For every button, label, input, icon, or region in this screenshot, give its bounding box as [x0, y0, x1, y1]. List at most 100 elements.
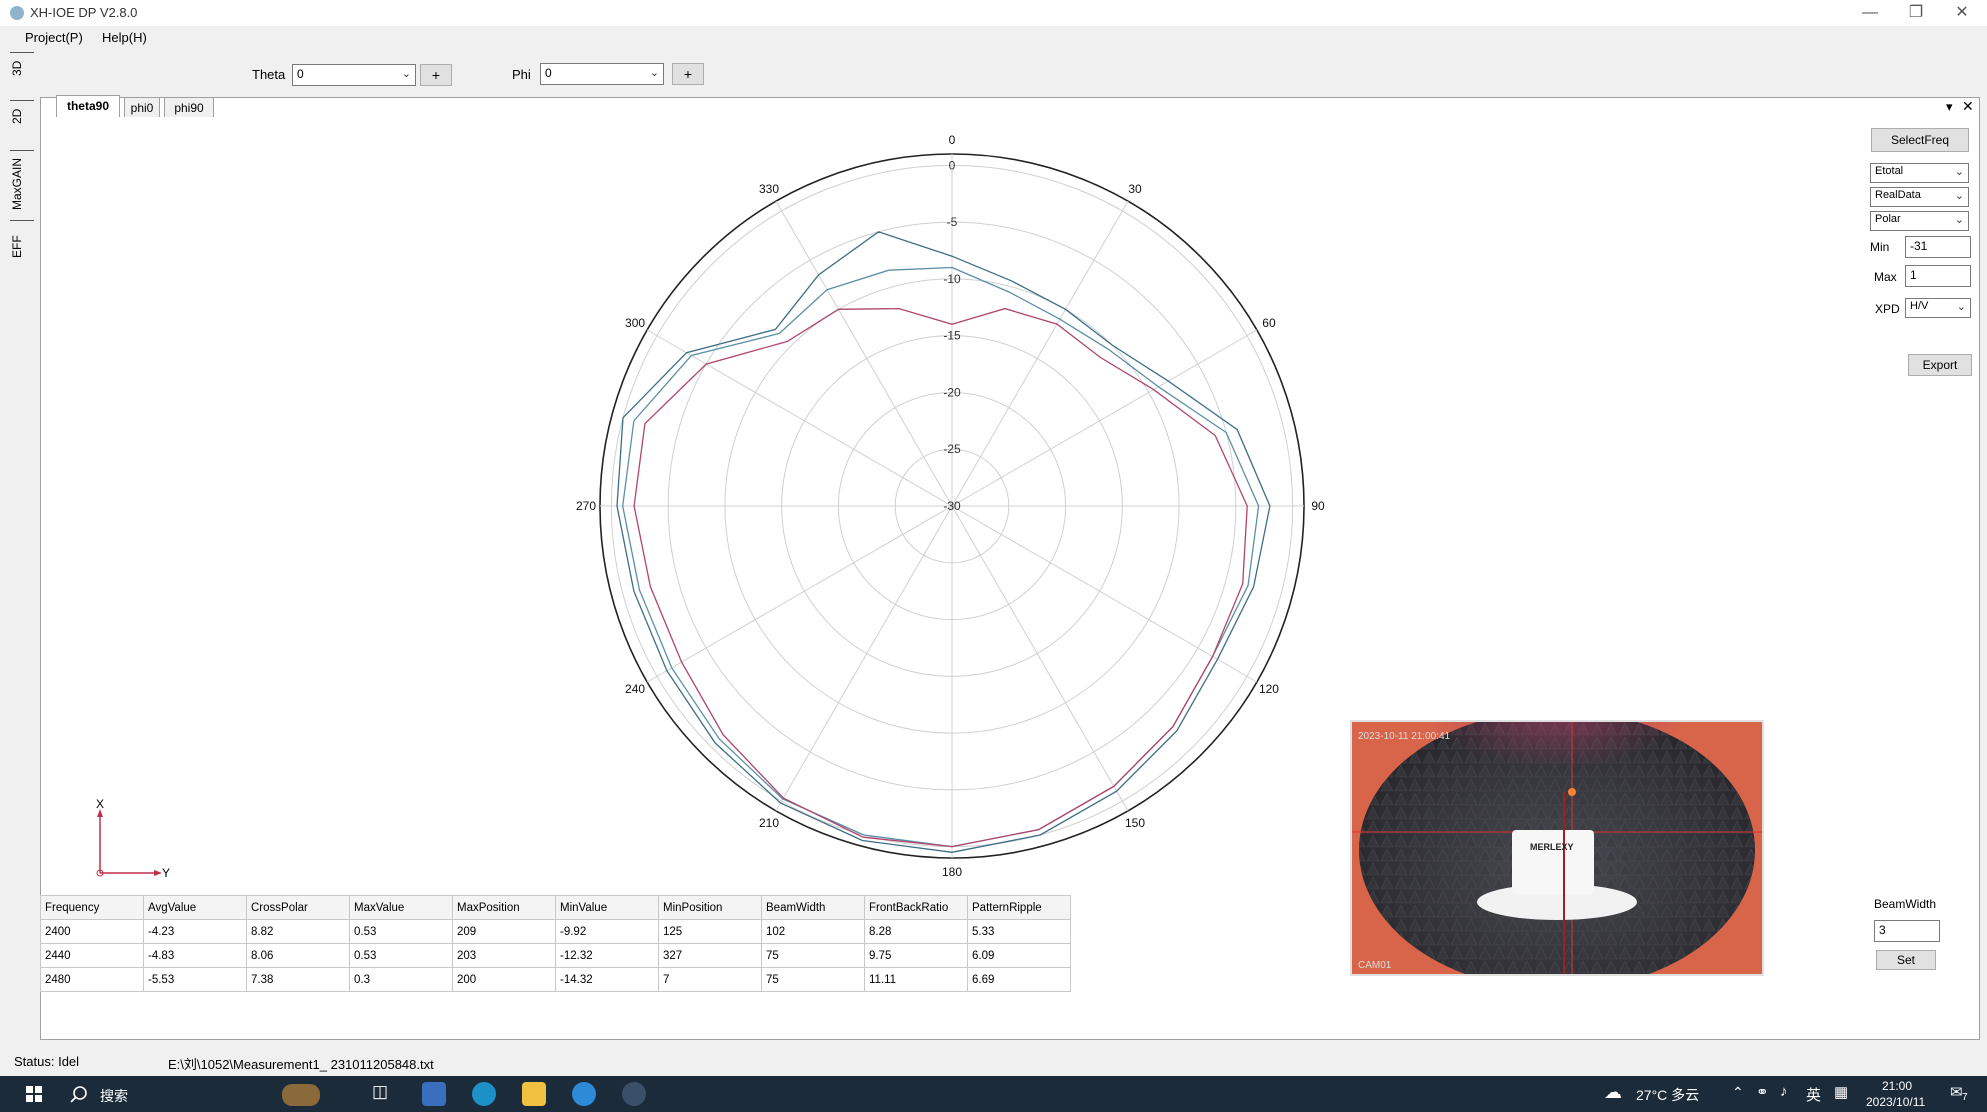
polar-angle-label: 210	[759, 816, 779, 830]
tab-eff[interactable]: EFF	[10, 220, 34, 273]
tab-3d[interactable]: 3D	[10, 52, 34, 83]
beamwidth-label: BeamWidth	[1874, 897, 1937, 911]
polar-spoke	[951, 329, 1258, 507]
weather-text[interactable]: 27°C 多云	[1636, 1085, 1699, 1105]
menu-project[interactable]: Project(P)	[25, 30, 83, 45]
component-select[interactable]: Etotal ⌄	[1870, 163, 1969, 183]
table-cell: -5.53	[143, 967, 247, 992]
clock-time[interactable]: 21:00	[1882, 1079, 1912, 1093]
polar-radial-label: 0	[949, 158, 956, 172]
col-maxvalue[interactable]: MaxValue	[349, 895, 453, 920]
taskbar-search[interactable]: 搜索	[100, 1086, 128, 1106]
polar-angle-label: 240	[625, 682, 645, 696]
network-icon[interactable]: ⚭	[1756, 1083, 1769, 1101]
plot-type-select[interactable]: Polar ⌄	[1870, 211, 1969, 231]
min-input[interactable]: -31	[1905, 236, 1971, 258]
app-icon-3[interactable]	[622, 1082, 646, 1106]
polar-spoke	[951, 505, 1258, 683]
menu-help[interactable]: Help(H)	[102, 30, 147, 45]
col-minposition[interactable]: MinPosition	[658, 895, 762, 920]
chevron-up-icon[interactable]: ⌃	[1732, 1084, 1744, 1101]
max-label: Max	[1874, 270, 1897, 284]
col-patternripple[interactable]: PatternRipple	[967, 895, 1071, 920]
polar-chart: 0 30 60 90 120 150 180 210 240 270 300 330 0 -5 -10 -15…	[576, 133, 1325, 879]
col-frequency[interactable]: Frequency	[40, 895, 144, 920]
news-widget-icon[interactable]	[282, 1084, 320, 1106]
col-beamwidth[interactable]: BeamWidth	[761, 895, 865, 920]
table-cell: 7	[658, 967, 762, 992]
ime-mode-icon[interactable]: ▦	[1834, 1083, 1848, 1101]
export-button[interactable]: Export	[1908, 354, 1972, 376]
polar-angle-label: 60	[1262, 316, 1276, 330]
phi-add-button[interactable]: +	[672, 63, 704, 85]
col-minvalue[interactable]: MinValue	[555, 895, 659, 920]
table-cell: 11.11	[864, 967, 968, 992]
panel-close-icon[interactable]: ✕	[1962, 98, 1974, 115]
notification-icon[interactable]: ✉	[1950, 1083, 1963, 1101]
table-cell: 75	[761, 943, 865, 968]
col-crosspolar[interactable]: CrossPolar	[246, 895, 350, 920]
max-input[interactable]: 1	[1905, 265, 1971, 287]
tab-2d[interactable]: 2D	[10, 100, 34, 131]
xpd-select[interactable]: H/V ⌄	[1905, 298, 1971, 318]
ime-indicator[interactable]: 英	[1806, 1084, 1821, 1105]
polar-radial-label: -20	[943, 385, 961, 399]
axis-y-label: Y	[162, 866, 171, 880]
set-button[interactable]: Set	[1876, 950, 1936, 970]
polar-spoke	[646, 505, 953, 683]
polar-angle-label: 300	[625, 316, 645, 330]
polar-series-line-1	[616, 231, 1271, 853]
phi-label: Phi	[512, 67, 531, 82]
file-explorer-icon[interactable]	[522, 1082, 546, 1106]
polar-angle-label: 330	[759, 182, 779, 196]
window-title: XH-IOE DP V2.8.0	[30, 5, 138, 20]
select-freq-button[interactable]: SelectFreq	[1871, 128, 1969, 152]
beamwidth-input[interactable]: 3	[1874, 920, 1940, 942]
chevron-down-icon: ⌄	[1954, 166, 1964, 178]
close-window-button[interactable]: ✕	[1939, 0, 1985, 26]
table-cell: 102	[761, 919, 865, 944]
polar-spoke	[951, 505, 1129, 812]
windows-start-icon[interactable]	[26, 1086, 42, 1102]
polar-angle-label: 180	[942, 865, 962, 879]
edge-browser-icon[interactable]	[472, 1082, 496, 1106]
table-cell: 2440	[40, 943, 144, 968]
data-type-select[interactable]: RealData ⌄	[1870, 187, 1969, 207]
tab-phi0[interactable]: phi0	[124, 97, 160, 117]
app-icon-2[interactable]	[572, 1082, 596, 1106]
col-frontbackratio[interactable]: FrontBackRatio	[864, 895, 968, 920]
table-cell: -12.32	[555, 943, 659, 968]
volume-icon[interactable]: ♪	[1780, 1083, 1788, 1100]
table-cell: 0.3	[349, 967, 453, 992]
tab-maxgain[interactable]: MaxGAIN	[10, 150, 34, 217]
search-icon[interactable]	[70, 1086, 88, 1104]
table-cell: 8.28	[864, 919, 968, 944]
weather-icon[interactable]: ☁	[1604, 1082, 1622, 1103]
table-row[interactable]: 2480 -5.53 7.38 0.3 200 -14.32 7 75 11.1…	[40, 967, 1071, 992]
chevron-down-icon: ⌄	[649, 67, 659, 79]
polar-angle-label: 30	[1128, 182, 1142, 196]
table-cell: 125	[658, 919, 762, 944]
table-cell: 327	[658, 943, 762, 968]
tab-phi90[interactable]: phi90	[164, 97, 214, 117]
col-avgvalue[interactable]: AvgValue	[143, 895, 247, 920]
clock-date[interactable]: 2023/10/11	[1866, 1095, 1925, 1109]
table-cell: 203	[452, 943, 556, 968]
minimize-button[interactable]: —	[1847, 0, 1893, 26]
phi-select[interactable]: 0 ⌄	[540, 63, 664, 85]
theta-select[interactable]: 0 ⌄	[292, 64, 416, 86]
col-maxposition[interactable]: MaxPosition	[452, 895, 556, 920]
taskbar: 搜索 ◫ ☁ 27°C 多云 ⌃ ⚭ ♪ 英 ▦ 21:00 2023/10/1…	[0, 1076, 1987, 1112]
table-row[interactable]: 2440 -4.83 8.06 0.53 203 -12.32 327 75 9…	[40, 943, 1071, 968]
task-view-icon[interactable]: ◫	[372, 1082, 388, 1102]
tab-theta90[interactable]: theta90	[56, 95, 120, 117]
theta-add-button[interactable]: +	[420, 64, 452, 86]
table-cell: 75	[761, 967, 865, 992]
polar-series-line-2	[622, 266, 1260, 848]
xpd-label: XPD	[1875, 302, 1900, 316]
table-row[interactable]: 2400 -4.23 8.82 0.53 209 -9.92 125 102 8…	[40, 919, 1071, 944]
table-cell: 7.38	[246, 967, 350, 992]
panel-menu-icon[interactable]: ▾	[1946, 99, 1953, 115]
app-icon-1[interactable]	[422, 1082, 446, 1106]
restore-button[interactable]: ❐	[1893, 0, 1939, 26]
